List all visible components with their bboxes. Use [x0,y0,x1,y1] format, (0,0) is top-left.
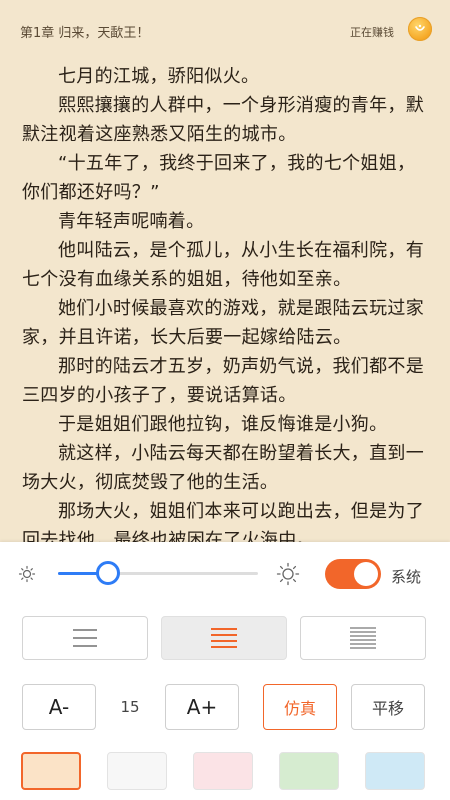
brightness-row: 系统 [0,542,450,608]
paragraph: 青年轻声呢喃着。 [58,211,205,232]
brightness-slider-handle[interactable] [96,561,120,585]
reader-page[interactable]: 第1章 归来，天歃王！ 正在赚钱 七月的江城，骄阳似火。 熙熙攘攘的人群中，一个… [0,0,450,542]
paragraph: 那场大火，姐姐们本来可以跑出去，但是为了回去找他，最终也被困在了火海中。 [22,501,424,542]
paragraph: 七月的江城，骄阳似火。 [58,66,260,87]
font-increase-button[interactable]: A+ [165,684,239,730]
paragraph: 就这样，小陆云每天都在盼望着长大，直到一场大火，彻底焚毁了他的生活。 [22,443,424,493]
spacing-wide-icon [73,629,97,647]
earning-status: 正在赚钱 [350,26,394,39]
chapter-title: 第1章 归来，天歃王！ [20,26,150,41]
chapter-text: 七月的江城，骄阳似火。 熙熙攘攘的人群中，一个身形消瘦的青年，默默注视着这座熟悉… [22,62,432,542]
paragraph: 熙熙攘攘的人群中，一个身形消瘦的青年，默默注视着这座熟悉又陌生的城市。 [22,95,424,145]
page-mode-simulate-button[interactable]: 仿真 [263,684,337,730]
toggle-knob [354,562,378,586]
system-brightness-label: 系统 [391,568,422,586]
font-row: A- 15 A+ 仿真 平移 [0,684,450,732]
font-size-value: 15 [120,698,140,716]
paragraph: 于是姐姐们跟他拉钩，谁反悔谁是小狗。 [58,414,388,435]
paragraph: 她们小时候最喜欢的游戏，就是跟陆云玩过家家，并且许诺，长大后要一起嫁给陆云。 [22,298,424,348]
spacing-narrow-icon [350,627,376,649]
theme-swatch-beige[interactable] [21,752,81,790]
sun-small-icon [18,565,36,583]
theme-swatch-white[interactable] [107,752,167,790]
spacing-medium-button[interactable] [161,616,287,660]
line-spacing-row [0,616,450,662]
spacing-narrow-button[interactable] [300,616,426,660]
brightness-slider-track[interactable] [58,572,258,575]
paragraph: 那时的陆云才五岁，奶声奶气说，我们都不是三四岁的小孩子了，要说话算话。 [22,356,424,406]
sun-large-icon [276,562,300,586]
page-mode-slide-button[interactable]: 平移 [351,684,425,730]
reader-header: 第1章 归来，天歃王！ 正在赚钱 [0,0,450,58]
spacing-medium-icon [211,628,237,648]
theme-swatch-blue[interactable] [365,752,425,790]
coin-icon[interactable] [408,17,432,41]
system-brightness-toggle[interactable] [325,559,381,589]
paragraph: “十五年了，我终于回来了，我的七个姐姐，你们都还好吗？” [22,153,416,203]
font-decrease-button[interactable]: A- [22,684,96,730]
reading-settings-panel: 系统 A- 15 A+ 仿真 平移 [0,542,450,800]
theme-swatch-green[interactable] [279,752,339,790]
paragraph: 他叫陆云，是个孤儿，从小生长在福利院，有七个没有血缘关系的姐姐，待他如至亲。 [22,240,424,290]
theme-swatch-pink[interactable] [193,752,253,790]
spacing-wide-button[interactable] [22,616,148,660]
theme-color-row [0,752,450,792]
